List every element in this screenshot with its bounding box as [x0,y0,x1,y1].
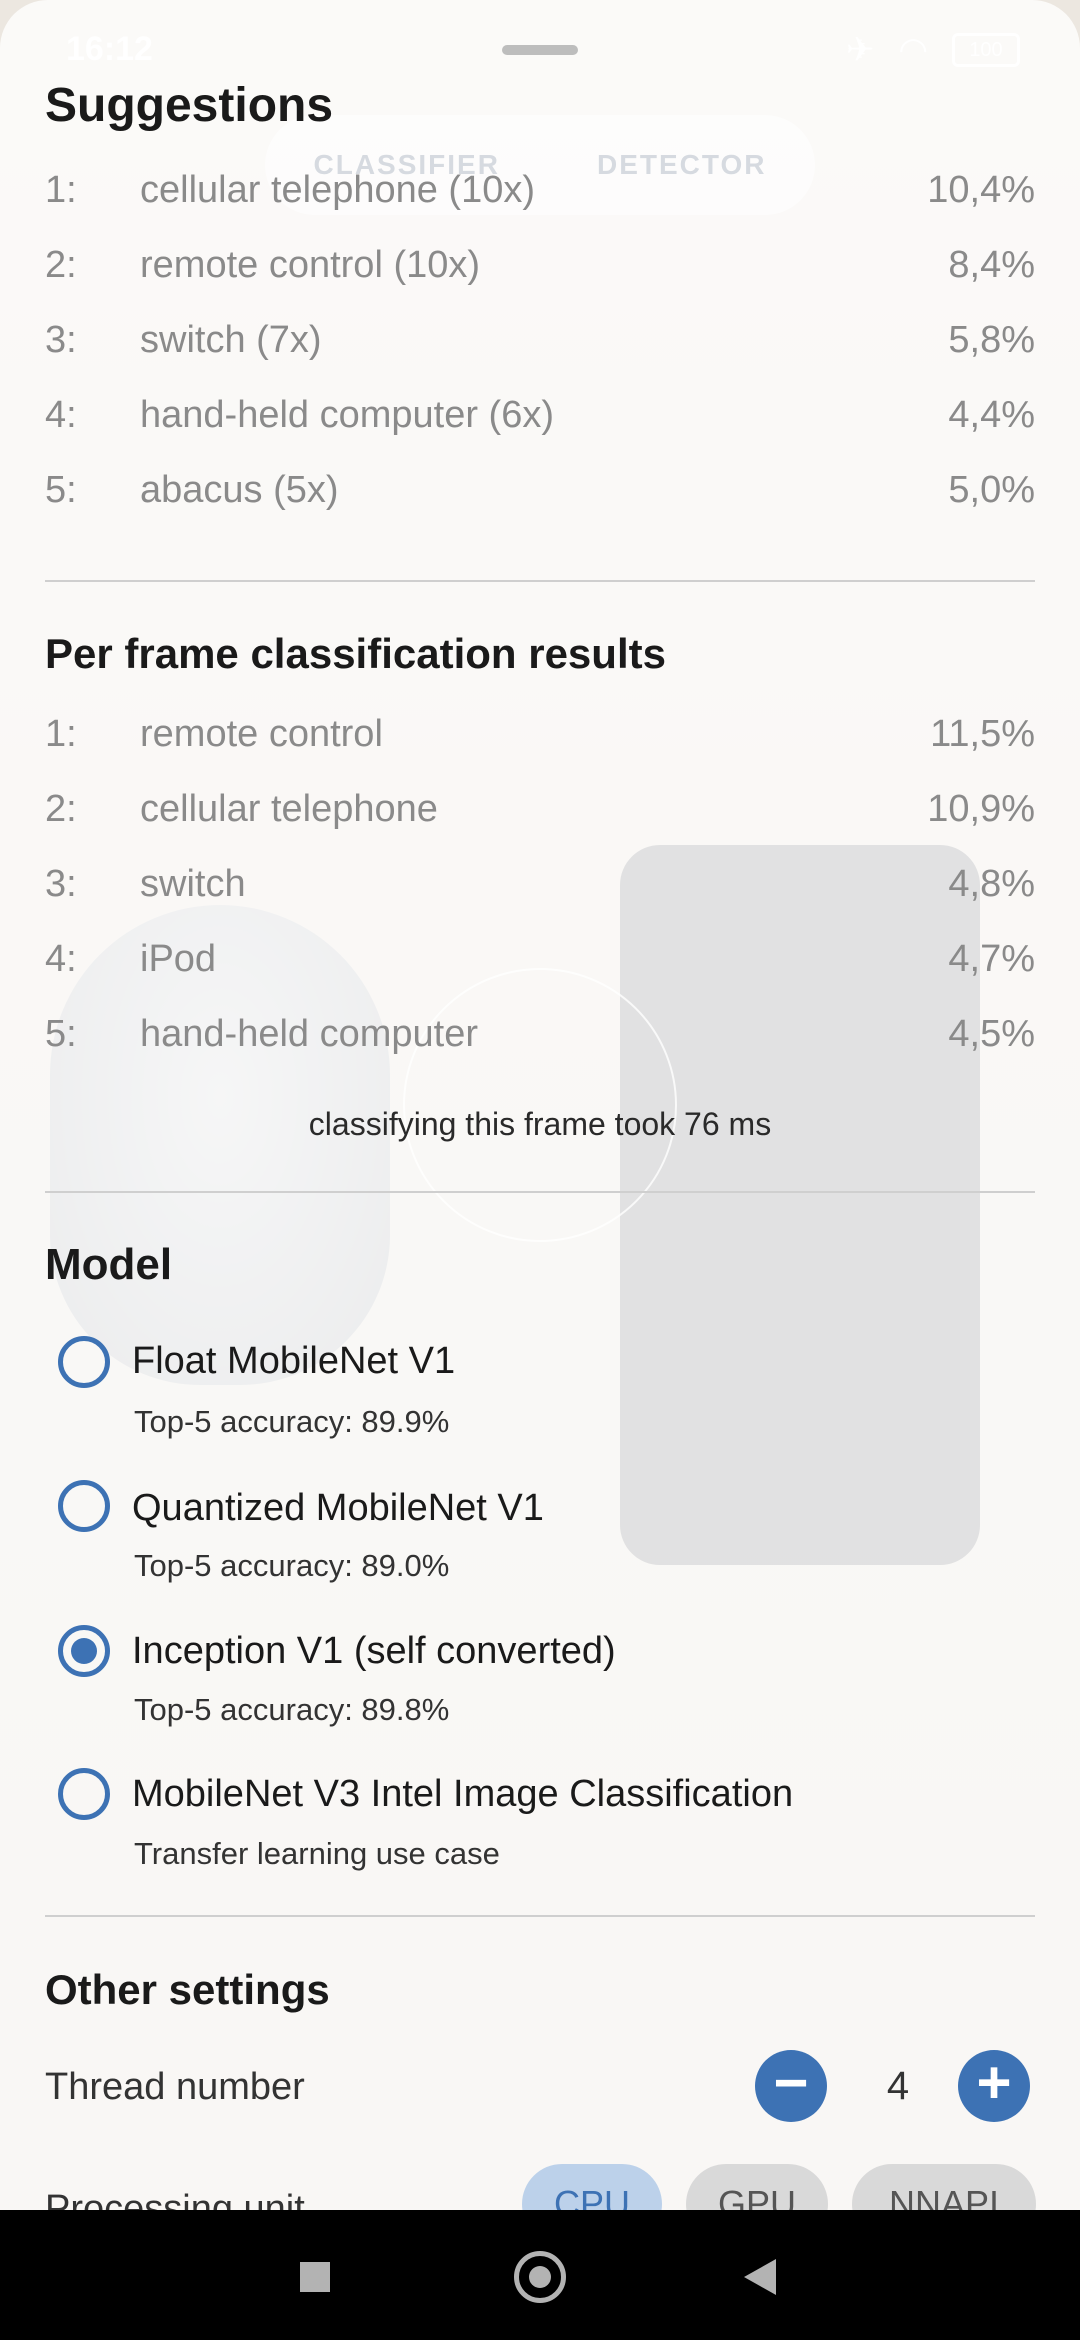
suggestion-row: 2: remote control (10x) 8,4% [45,237,1035,293]
row-index: 5: [45,1012,77,1055]
divider [45,1915,1035,1917]
thread-number-label: Thread number [45,2066,305,2108]
chip-nnapi[interactable]: NNAPI [852,2164,1036,2210]
result-row: 5: hand-held computer 4,5% [45,1006,1035,1062]
row-percent: 8,4% [948,243,1035,286]
model-name[interactable]: MobileNet V3 Intel Image Classification [132,1773,793,1816]
row-label: hand-held computer (6x) [140,393,554,436]
processing-unit-label: Processing unit [45,2188,305,2210]
row-index: 1: [45,168,77,211]
result-row: 3: switch 4,8% [45,856,1035,912]
airplane-icon: ✈ [845,31,875,69]
thread-plus-button[interactable]: + [958,2050,1030,2122]
radio-quantized-mobilenet-v1[interactable] [58,1480,110,1532]
divider [45,580,1035,582]
row-label: abacus (5x) [140,468,339,511]
row-percent: 4,7% [948,937,1035,980]
model-name[interactable]: Float MobileNet V1 [132,1340,455,1383]
thread-minus-button[interactable]: − [755,2050,827,2122]
row-index: 2: [45,243,77,286]
chip-cpu[interactable]: CPU [522,2164,662,2210]
model-name[interactable]: Inception V1 (self converted) [132,1630,616,1673]
radio-mobilenet-v3[interactable] [58,1768,110,1820]
back-icon[interactable] [744,2259,776,2295]
result-row: 2: cellular telephone 10,9% [45,781,1035,837]
recents-icon[interactable] [300,2262,330,2292]
model-title: Model [45,1240,173,1289]
model-name[interactable]: Quantized MobileNet V1 [132,1487,544,1530]
other-settings-title: Other settings [45,1966,330,2013]
row-index: 4: [45,393,77,436]
thread-number-value: 4 [886,2064,910,2108]
result-row: 1: remote control 11,5% [45,706,1035,762]
bottom-sheet[interactable]: 16:12 ✈ ◠ 100 CLASSIFIER DETECTOR Sugges… [0,0,1080,2210]
row-percent: 5,0% [948,468,1035,511]
row-percent: 10,4% [927,168,1035,211]
status-icons: ✈ ◠ 100 [846,30,1020,70]
row-label: remote control (10x) [140,243,481,286]
row-percent: 4,8% [948,862,1035,905]
model-desc: Transfer learning use case [134,1836,500,1871]
radio-float-mobilenet-v1[interactable] [58,1336,110,1388]
model-desc: Top-5 accuracy: 89.0% [134,1548,450,1583]
divider [45,1191,1035,1193]
row-index: 1: [45,712,77,755]
row-percent: 10,9% [927,787,1035,830]
row-label: switch [140,862,246,905]
row-label: cellular telephone [140,787,438,830]
row-percent: 4,4% [948,393,1035,436]
sheet-drag-handle[interactable] [502,45,578,55]
model-desc: Top-5 accuracy: 89.8% [134,1692,450,1727]
row-label: cellular telephone (10x) [140,168,536,211]
row-index: 5: [45,468,77,511]
per-frame-title: Per frame classification results [45,630,666,677]
row-index: 3: [45,862,77,905]
suggestions-title: Suggestions [45,79,334,132]
suggestion-row: 5: abacus (5x) 5,0% [45,462,1035,518]
row-label: hand-held computer [140,1012,478,1055]
battery-icon: 100 [952,33,1020,67]
row-percent: 11,5% [930,712,1035,755]
row-label: remote control [140,712,383,755]
row-percent: 4,5% [948,1012,1035,1055]
frame-timing-text: classifying this frame took 76 ms [308,1106,772,1142]
row-index: 4: [45,937,77,980]
wifi-icon: ◠ [898,31,928,69]
row-label: switch (7x) [140,318,322,361]
row-index: 3: [45,318,77,361]
status-time: 16:12 [66,30,153,68]
suggestion-row: 3: switch (7x) 5,8% [45,312,1035,368]
suggestion-row: 1: cellular telephone (10x) 10,4% [45,162,1035,218]
radio-inception-v1[interactable] [58,1625,110,1677]
model-desc: Top-5 accuracy: 89.9% [134,1404,450,1439]
row-label: iPod [140,937,217,980]
chip-gpu[interactable]: GPU [686,2164,828,2210]
row-index: 2: [45,787,77,830]
result-row: 4: iPod 4,7% [45,931,1035,987]
suggestion-row: 4: hand-held computer (6x) 4,4% [45,387,1035,443]
home-icon[interactable] [514,2251,566,2303]
row-percent: 5,8% [948,318,1035,361]
